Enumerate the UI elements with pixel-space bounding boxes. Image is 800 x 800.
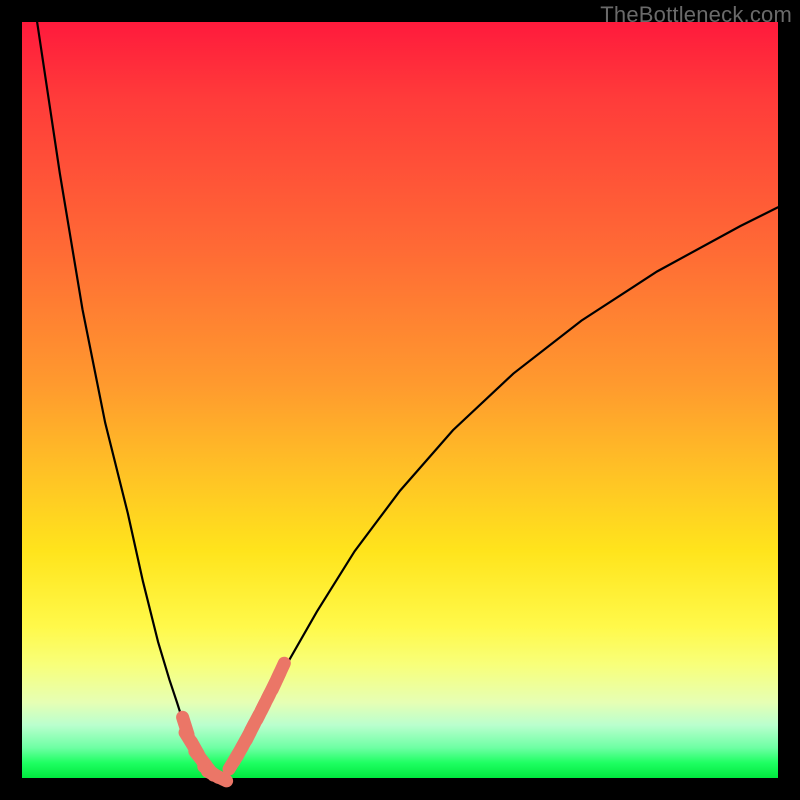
watermark-text: TheBottleneck.com bbox=[600, 2, 792, 28]
chart-svg bbox=[22, 22, 778, 778]
left-curve bbox=[37, 22, 217, 777]
chart-frame: TheBottleneck.com bbox=[0, 0, 800, 800]
pink-markers-left-marker bbox=[211, 773, 227, 781]
right-curve bbox=[220, 207, 778, 777]
pink-markers-right-marker bbox=[277, 663, 285, 679]
